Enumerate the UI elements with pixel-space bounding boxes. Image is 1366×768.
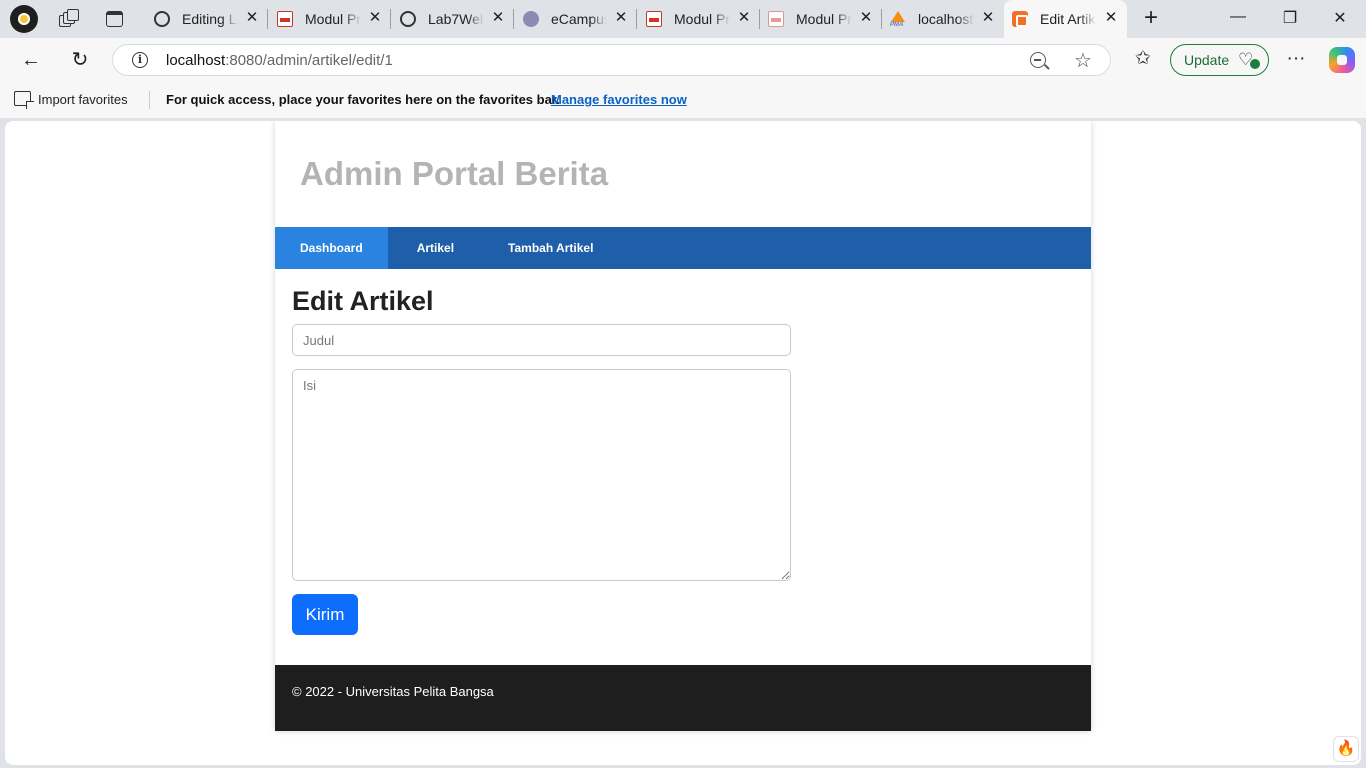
pdf-icon	[768, 11, 784, 27]
address-url[interactable]: localhost:8080/admin/artikel/edit/1	[166, 52, 393, 69]
main-nav: Dashboard Artikel Tambah Artikel	[275, 227, 1091, 269]
browser-tab[interactable]: Modul Pr ✕	[760, 0, 882, 38]
pdf-icon	[277, 11, 293, 27]
footer-copyright: © 2022 - Universitas Pelita Bangsa	[292, 684, 494, 699]
tab-strip: Editing La ✕ Modul Pr ✕ Lab7Web ✕ eCampu…	[0, 0, 1366, 38]
browser-tab[interactable]: localhost ✕	[882, 0, 1004, 38]
restore-icon[interactable]: ❐	[1278, 8, 1302, 30]
kirim-button[interactable]: Kirim	[292, 594, 358, 635]
tab-separator	[513, 9, 514, 29]
copilot-icon[interactable]	[1329, 47, 1355, 73]
close-icon[interactable]: ✕	[613, 10, 629, 26]
ecampus-icon	[523, 11, 539, 27]
manage-favorites-link[interactable]: Manage favorites now	[551, 92, 687, 107]
site-info-icon[interactable]: i	[132, 52, 148, 68]
close-icon[interactable]: ✕	[1103, 10, 1119, 26]
back-icon[interactable]: ←	[19, 48, 43, 72]
close-icon[interactable]: ✕	[367, 10, 383, 26]
workspaces-icon[interactable]	[59, 9, 79, 29]
tab-title: Lab7Web	[428, 11, 484, 27]
update-button[interactable]: Update ♡	[1170, 44, 1269, 76]
close-icon[interactable]: ✕	[244, 10, 260, 26]
github-icon	[400, 11, 416, 27]
tab-separator	[390, 9, 391, 29]
flame-icon[interactable]: 🔥	[1333, 736, 1359, 762]
vertical-tabs-icon[interactable]	[106, 11, 123, 27]
profile-avatar[interactable]	[10, 5, 38, 33]
browser-toolbar: ← ↻ i localhost:8080/admin/artikel/edit/…	[0, 38, 1366, 82]
judul-input[interactable]	[292, 324, 791, 356]
close-icon[interactable]: ✕	[980, 10, 996, 26]
isi-textarea[interactable]	[292, 369, 791, 581]
update-badge-icon	[1250, 59, 1260, 69]
site-footer: © 2022 - Universitas Pelita Bangsa	[275, 665, 1091, 731]
close-icon[interactable]: ✕	[858, 10, 874, 26]
tab-title: Modul Pr	[674, 11, 730, 27]
pdf-icon	[646, 11, 662, 27]
nav-dashboard[interactable]: Dashboard	[275, 227, 388, 269]
tab-title: localhost	[918, 11, 974, 27]
browser-tab[interactable]: Editing La ✕	[146, 0, 268, 38]
close-icon[interactable]: ✕	[736, 10, 752, 26]
window-close-icon[interactable]: ✕	[1328, 8, 1352, 30]
tab-title: Edit Artik	[1040, 11, 1096, 27]
site-header: Admin Portal Berita	[275, 121, 1091, 227]
refresh-icon[interactable]: ↻	[68, 48, 92, 72]
zoom-out-icon[interactable]	[1030, 52, 1046, 68]
tab-title: Modul Pr	[796, 11, 852, 27]
nav-artikel[interactable]: Artikel	[392, 227, 479, 269]
favorites-icon[interactable]: ✩	[1131, 47, 1155, 71]
update-label: Update	[1184, 52, 1230, 68]
url-path: :8080/admin/artikel/edit/1	[225, 52, 393, 69]
github-icon	[154, 11, 170, 27]
add-favorite-star-icon[interactable]: ☆	[1074, 48, 1092, 73]
favorites-divider	[149, 91, 150, 109]
close-icon[interactable]: ✕	[490, 10, 506, 26]
import-favorites-icon[interactable]	[14, 91, 34, 109]
import-favorites-button[interactable]: Import favorites	[38, 92, 128, 107]
phpmyadmin-icon	[890, 11, 906, 28]
browser-tab[interactable]: eCampus ✕	[515, 0, 637, 38]
browser-tab[interactable]: Lab7Web ✕	[392, 0, 514, 38]
minimize-icon[interactable]: —	[1226, 8, 1250, 30]
tab-separator	[267, 9, 268, 29]
tab-title: Modul Pr	[305, 11, 361, 27]
browser-tab-active[interactable]: Edit Artik ✕	[1004, 0, 1127, 38]
browser-tab[interactable]: Modul Pr ✕	[269, 0, 391, 38]
browser-tab[interactable]: Modul Pr ✕	[638, 0, 760, 38]
xampp-icon	[1012, 11, 1028, 27]
nav-tambah-artikel[interactable]: Tambah Artikel	[483, 227, 618, 269]
tab-title: eCampus	[551, 11, 607, 27]
more-options-icon[interactable]: ···	[1284, 47, 1308, 71]
new-tab-icon[interactable]: +	[1140, 6, 1162, 30]
site-title: Admin Portal Berita	[300, 155, 609, 192]
page-viewport: Admin Portal Berita Dashboard Artikel Ta…	[5, 121, 1361, 765]
url-host: localhost	[166, 52, 226, 69]
page-title: Edit Artikel	[292, 286, 434, 316]
page-container: Admin Portal Berita Dashboard Artikel Ta…	[275, 121, 1091, 731]
favorites-bar: Import favorites For quick access, place…	[0, 82, 1366, 118]
address-bar[interactable]: i localhost:8080/admin/artikel/edit/1 ☆	[112, 44, 1111, 76]
tab-title: Editing La	[182, 11, 238, 27]
tab-separator	[636, 9, 637, 29]
favorites-hint: For quick access, place your favorites h…	[166, 92, 560, 107]
